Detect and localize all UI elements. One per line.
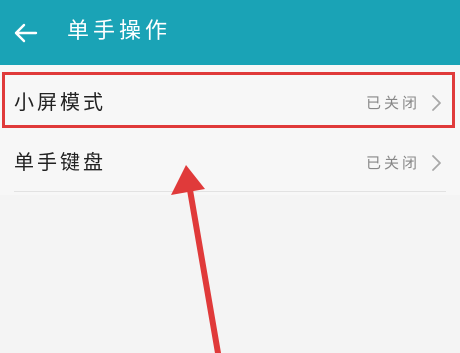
page-title: 单手操作 <box>67 19 172 44</box>
chevron-right-icon <box>432 155 441 171</box>
setting-status: 已关闭 <box>365 154 420 172</box>
highlight-box <box>2 72 455 128</box>
list-divider <box>14 191 446 192</box>
setting-label: 单手键盘 <box>14 150 106 174</box>
back-arrow-icon[interactable] <box>10 18 40 48</box>
setting-row-one-hand-keyboard[interactable]: 单手键盘 已关闭 <box>0 131 460 195</box>
app-header: 单手操作 <box>0 0 460 65</box>
